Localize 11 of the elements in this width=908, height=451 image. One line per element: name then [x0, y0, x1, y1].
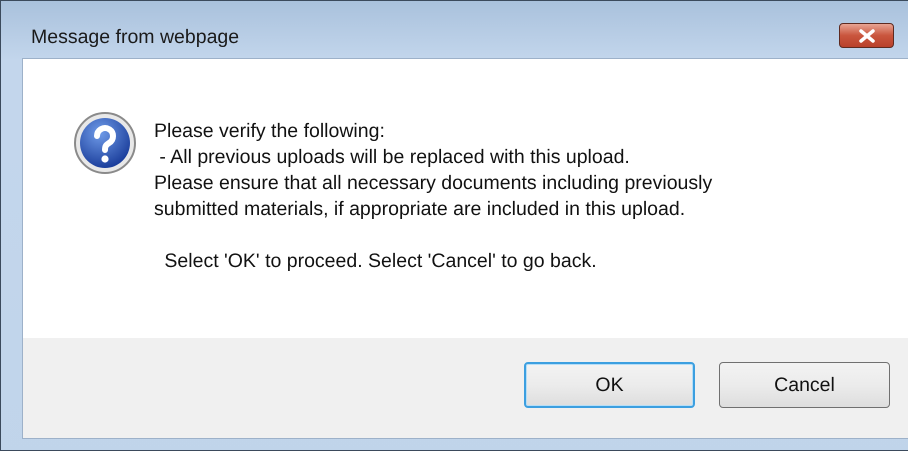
instruction-text: Select 'OK' to proceed. Select 'Cancel' to go back. — [163, 249, 598, 274]
ok-button[interactable]: OK — [524, 362, 695, 408]
message-line: - All previous uploads will be replaced with this upload. — [158, 145, 631, 170]
question-icon — [73, 111, 137, 175]
message-line: Please ensure that all necessary documents including previously — [154, 171, 712, 196]
close-button[interactable] — [839, 23, 894, 48]
message-line: submitted materials, if appropriate are included in this upload. — [154, 197, 686, 222]
message-line: Please verify the following: — [154, 119, 386, 144]
cancel-button[interactable]: Cancel — [719, 362, 890, 408]
close-icon — [858, 28, 876, 42]
window-title: Message from webpage — [31, 26, 240, 49]
